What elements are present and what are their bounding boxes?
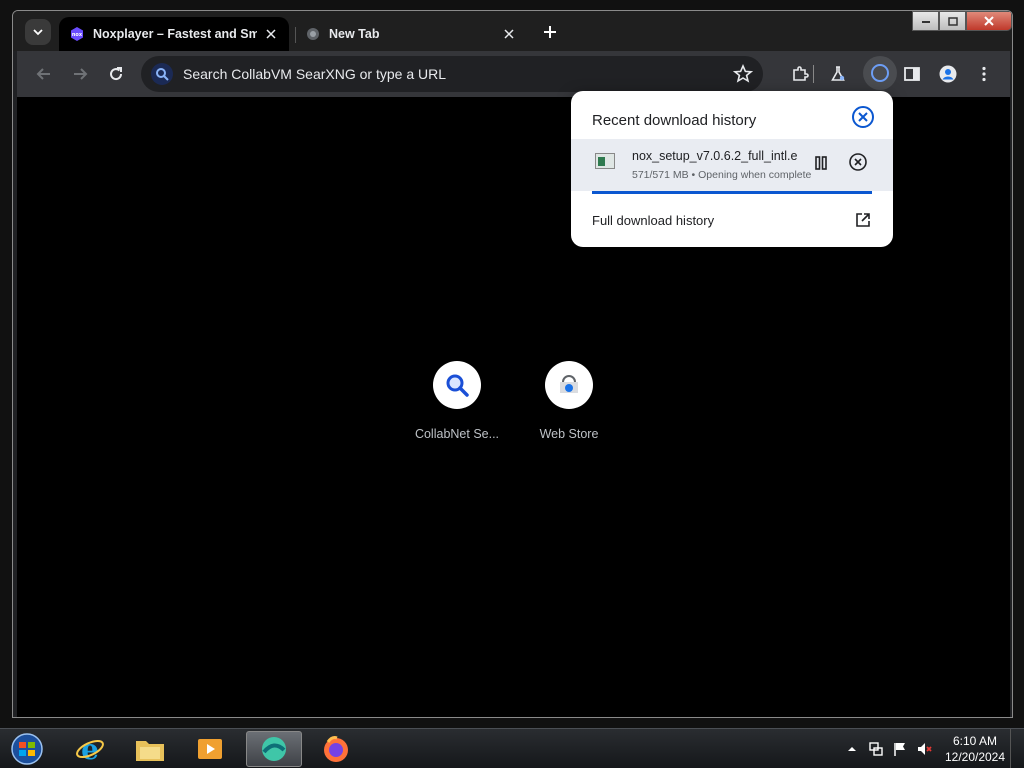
media-player-taskbar-button[interactable] [182, 731, 238, 767]
more-vert-icon [982, 66, 986, 82]
internet-explorer-icon: e [76, 734, 104, 764]
shortcut-label: Web Store [539, 427, 599, 441]
network-icon[interactable] [868, 741, 884, 757]
download-progress-fill [592, 191, 872, 194]
reload-icon [110, 67, 123, 81]
download-history-popup: Recent download history nox_setup_v7.0.6… [571, 91, 893, 247]
noxplayer-favicon-icon: nox [71, 27, 83, 41]
close-icon [984, 16, 994, 26]
tab-separator [295, 27, 296, 43]
close-window-button[interactable] [966, 11, 1012, 31]
show-desktop-button[interactable] [1010, 729, 1024, 768]
tab-search-button[interactable] [25, 19, 51, 45]
tab-title: Noxplayer – Fastest and Smoot [93, 27, 257, 41]
arrow-right-icon [74, 68, 88, 80]
volume-muted-icon[interactable] [916, 741, 932, 757]
download-file-name: nox_setup_v7.0.6.2_full_intl.e [632, 149, 798, 163]
download-item[interactable]: nox_setup_v7.0.6.2_full_intl.e 571/571 M… [571, 139, 893, 191]
profile-button[interactable] [937, 63, 959, 85]
shortcut-icon-circle [545, 361, 593, 409]
clock-date: 12/20/2024 [944, 750, 1006, 764]
cancel-download-icon[interactable] [848, 152, 868, 172]
web-store-icon [560, 375, 578, 393]
puzzle-icon [793, 66, 809, 81]
minimize-button[interactable] [912, 11, 939, 31]
download-progress-bar [592, 191, 872, 194]
new-tab-button[interactable] [537, 19, 563, 45]
firefox-taskbar-button[interactable] [308, 731, 364, 767]
clock-time: 6:10 AM [952, 734, 998, 748]
chevron-down-icon [33, 29, 43, 36]
installer-file-icon [595, 153, 615, 169]
title-bar: nox Noxplayer – Fastest and Smoot New Ta… [13, 11, 1012, 51]
tab-noxplayer[interactable]: nox Noxplayer – Fastest and Smoot [59, 17, 289, 51]
clock[interactable]: 6:10 AM 12/20/2024 [940, 733, 1010, 765]
globe-icon [307, 28, 319, 40]
account-icon [939, 65, 957, 83]
maximize-icon [947, 16, 958, 26]
tab-title: New Tab [329, 27, 380, 41]
tab-new-tab[interactable]: New Tab [295, 17, 527, 51]
shortcut-web-store[interactable]: Web Store [519, 361, 619, 441]
browser-taskbar-button[interactable] [246, 731, 302, 767]
back-button[interactable] [33, 63, 55, 85]
close-icon[interactable] [851, 105, 875, 129]
start-button[interactable] [7, 732, 47, 766]
flask-icon [831, 66, 845, 81]
address-bar-placeholder: Search CollabVM SearXNG or type a URL [183, 66, 446, 82]
side-panel-button[interactable] [901, 63, 923, 85]
plus-icon [544, 26, 556, 38]
menu-button[interactable] [973, 63, 995, 85]
pause-icon[interactable] [813, 155, 829, 171]
popup-title: Recent download history [592, 112, 757, 129]
shortcut-label: CollabNet Se... [414, 427, 500, 441]
svg-text:nox: nox [72, 32, 83, 38]
open-in-new-icon[interactable] [855, 212, 871, 228]
close-tab-icon[interactable] [501, 26, 517, 42]
maximize-button[interactable] [939, 11, 966, 31]
folder-icon [136, 741, 164, 761]
svg-text:e: e [81, 734, 99, 764]
minimize-icon [921, 21, 930, 23]
shortcut-collabnet-search[interactable]: CollabNet Se... [407, 361, 507, 441]
toolbar-divider [813, 65, 814, 83]
search-engine-icon [151, 63, 173, 85]
address-bar[interactable]: Search CollabVM SearXNG or type a URL [141, 56, 763, 92]
browser-icon [262, 737, 286, 761]
downloads-button[interactable] [863, 56, 897, 90]
download-progress-icon [871, 64, 889, 82]
media-player-icon [198, 739, 222, 759]
full-download-history-link[interactable]: Full download history [592, 213, 714, 228]
internet-explorer-taskbar-button[interactable]: e [62, 731, 118, 767]
action-center-flag-icon[interactable] [892, 741, 908, 757]
bookmark-star-icon[interactable] [733, 64, 753, 84]
forward-button[interactable] [69, 63, 91, 85]
shortcut-icon-circle [433, 361, 481, 409]
labs-button[interactable] [827, 63, 849, 85]
side-panel-icon [904, 67, 920, 81]
download-status: 571/571 MB • Opening when complete [632, 169, 812, 181]
close-tab-icon[interactable] [263, 26, 279, 42]
extensions-button[interactable] [789, 63, 811, 85]
arrow-left-icon [36, 68, 50, 80]
system-tray: 6:10 AM 12/20/2024 [844, 729, 1024, 768]
show-hidden-icons-icon[interactable] [844, 741, 860, 757]
window-controls [912, 11, 1012, 31]
reload-button[interactable] [105, 63, 127, 85]
taskbar: e 6:10 AM 12/20/2024 [0, 728, 1024, 768]
search-icon [446, 374, 469, 397]
file-explorer-taskbar-button[interactable] [122, 731, 178, 767]
firefox-icon [324, 736, 348, 762]
